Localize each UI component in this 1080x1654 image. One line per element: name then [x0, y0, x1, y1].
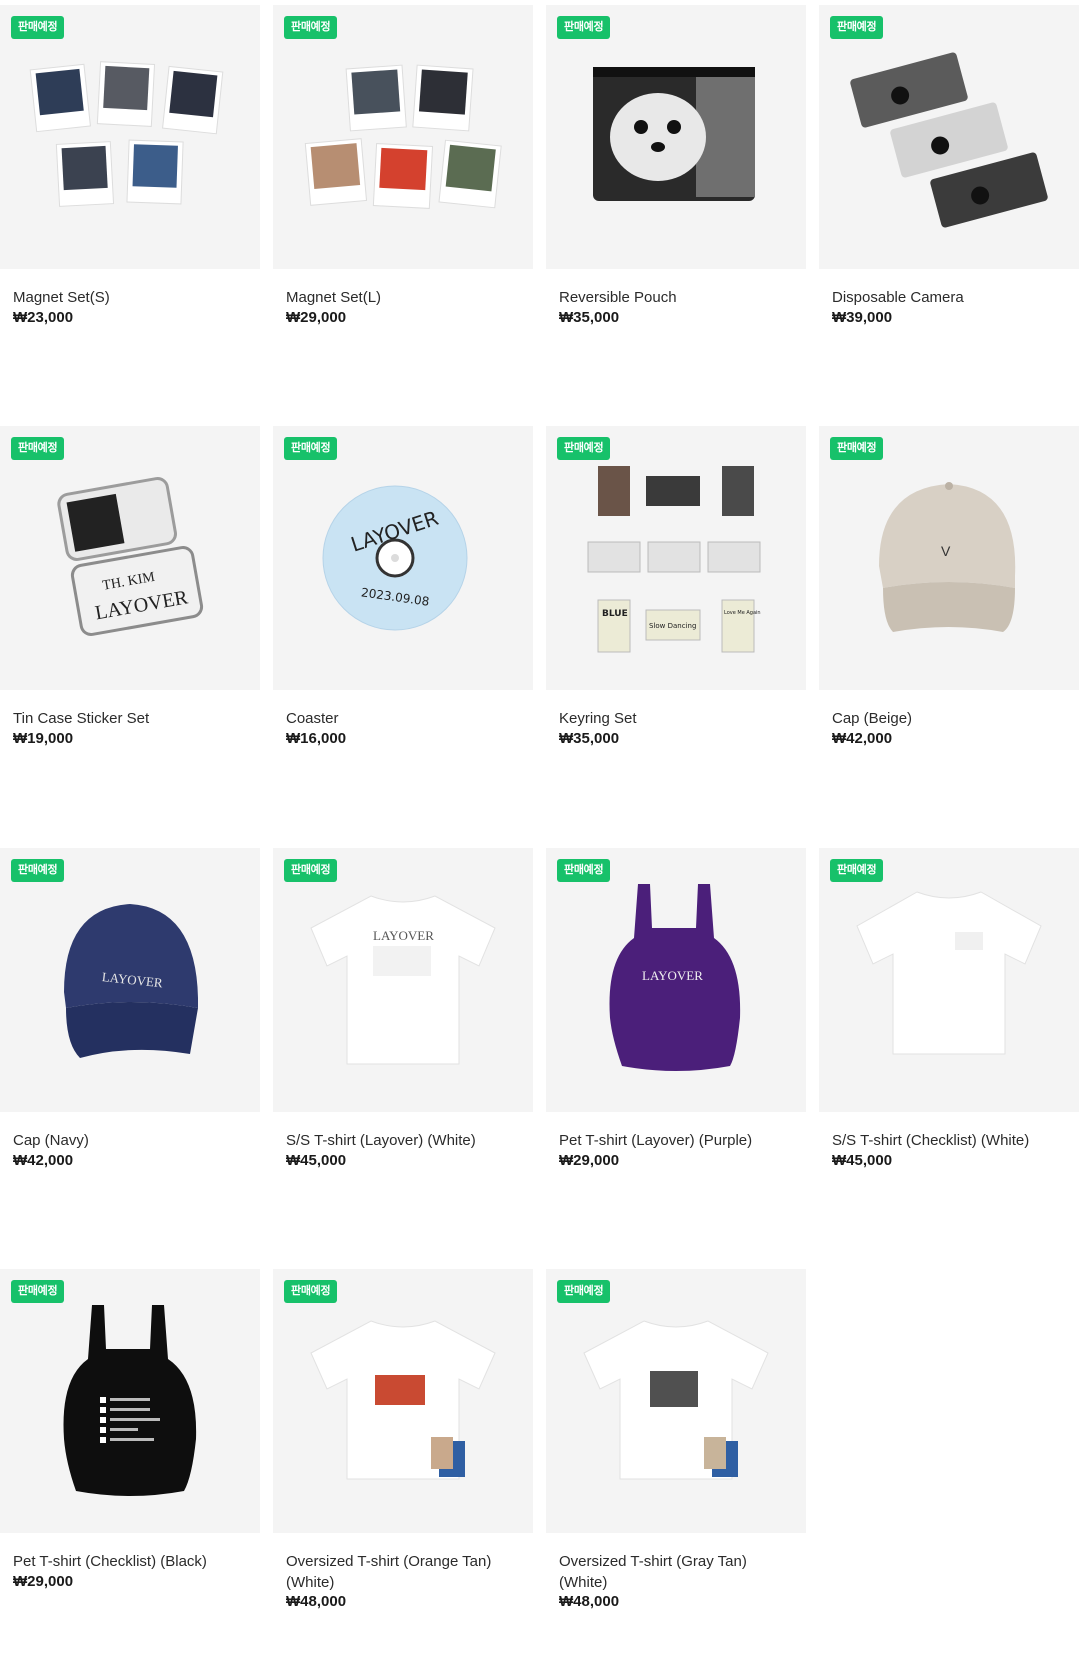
- product-card[interactable]: 판매예정 Oversized T-shirt (Gray Tan) (White…: [546, 1264, 806, 1654]
- product-price: ₩45,000: [832, 1152, 893, 1169]
- product-thumbnail[interactable]: TH. KIM LAYOVER 판매예정: [0, 426, 260, 690]
- status-badge: 판매예정: [284, 1280, 338, 1303]
- product-thumbnail[interactable]: 판매예정: [546, 5, 806, 269]
- product-thumbnail[interactable]: V 판매예정: [819, 426, 1079, 690]
- product-card[interactable]: 판매예정 Magnet Set(S) ₩23,000: [0, 0, 260, 390]
- product-name[interactable]: Magnet Set(L): [286, 287, 526, 308]
- product-thumbnail[interactable]: 판매예정: [273, 5, 533, 269]
- oversized-tshirt-gray-tan-image: [583, 1320, 769, 1480]
- product-card[interactable]: 판매예정 S/S T-shirt (Checklist) (White) ₩45…: [819, 843, 1079, 1233]
- product-name[interactable]: S/S T-shirt (Layover) (White): [286, 1130, 526, 1151]
- product-name[interactable]: Reversible Pouch: [559, 287, 799, 308]
- product-thumbnail[interactable]: LAYOVER 판매예정: [0, 848, 260, 1112]
- status-badge: 판매예정: [284, 16, 338, 39]
- keyring-slow-dancing-text: Slow Dancing: [649, 622, 696, 630]
- product-name[interactable]: S/S T-shirt (Checklist) (White): [832, 1130, 1072, 1151]
- status-badge: 판매예정: [284, 437, 338, 460]
- status-badge: 판매예정: [11, 1280, 65, 1303]
- product-name[interactable]: Cap (Navy): [13, 1130, 253, 1151]
- pet-tshirt-checklist-black-image: [63, 1305, 197, 1496]
- product-price: ₩48,000: [286, 1593, 347, 1610]
- product-thumbnail[interactable]: 판매예정: [273, 1269, 533, 1533]
- product-card[interactable]: 판매예정 Pet T-shirt (Checklist) (Black) ₩29…: [0, 1264, 260, 1654]
- status-badge: 판매예정: [284, 859, 338, 882]
- product-price: ₩45,000: [286, 1152, 347, 1169]
- product-price: ₩35,000: [559, 309, 620, 326]
- status-badge: 판매예정: [557, 1280, 611, 1303]
- product-price: ₩35,000: [559, 730, 620, 747]
- product-price: ₩29,000: [559, 1152, 620, 1169]
- keyring-love-text: Love Me Again: [724, 610, 761, 616]
- product-price: ₩23,000: [13, 309, 74, 326]
- product-card[interactable]: 판매예정 Magnet Set(L) ₩29,000: [273, 0, 533, 390]
- product-thumbnail[interactable]: 판매예정: [546, 1269, 806, 1533]
- status-badge: 판매예정: [557, 859, 611, 882]
- product-price: ₩29,000: [286, 309, 347, 326]
- product-card[interactable]: LAYOVER 판매예정 S/S T-shirt (Layover) (Whit…: [273, 843, 533, 1233]
- keyring-set-image: BLUE Slow Dancing Love Me Again: [587, 466, 761, 653]
- product-card[interactable]: 판매예정 Disposable Camera ₩39,000: [819, 0, 1079, 390]
- status-badge: 판매예정: [557, 437, 611, 460]
- oversized-tshirt-orange-tan-image: [310, 1320, 496, 1480]
- disposable-camera-image: [850, 52, 1048, 228]
- status-badge: 판매예정: [557, 16, 611, 39]
- product-thumbnail[interactable]: 판매예정: [819, 5, 1079, 269]
- coaster-image: LAYOVER 2023.09.08: [322, 485, 468, 631]
- product-name[interactable]: Pet T-shirt (Layover) (Purple): [559, 1130, 799, 1151]
- product-card[interactable]: LAYOVER 판매예정 Cap (Navy) ₩42,000: [0, 843, 260, 1233]
- product-card[interactable]: 판매예정 Reversible Pouch ₩35,000: [546, 0, 806, 390]
- product-card[interactable]: 판매예정 Oversized T-shirt (Orange Tan) (Whi…: [273, 1264, 533, 1654]
- product-price: ₩19,000: [13, 730, 74, 747]
- tshirt-layover-text: LAYOVER: [373, 928, 434, 943]
- product-name[interactable]: Keyring Set: [559, 708, 799, 729]
- status-badge: 판매예정: [830, 437, 884, 460]
- product-price: ₩16,000: [286, 730, 347, 747]
- cap-navy-image: LAYOVER: [64, 904, 198, 1058]
- product-name[interactable]: Oversized T-shirt (Gray Tan) (White): [559, 1551, 799, 1593]
- magnet-set-small-image: [29, 61, 224, 207]
- product-name[interactable]: Cap (Beige): [832, 708, 1072, 729]
- product-thumbnail[interactable]: 판매예정: [0, 5, 260, 269]
- status-badge: 판매예정: [830, 16, 884, 39]
- product-card[interactable]: V 판매예정 Cap (Beige) ₩42,000: [819, 421, 1079, 811]
- keyring-blue-text: BLUE: [602, 609, 628, 619]
- product-name[interactable]: Tin Case Sticker Set: [13, 708, 253, 729]
- cap-beige-image: V: [879, 482, 1016, 632]
- status-badge: 판매예정: [11, 16, 65, 39]
- product-thumbnail[interactable]: 판매예정: [0, 1269, 260, 1533]
- product-thumbnail[interactable]: LAYOVER 2023.09.08 판매예정: [273, 426, 533, 690]
- product-card[interactable]: BLUE Slow Dancing Love Me Again 판매예정 Key…: [546, 421, 806, 811]
- pet-tshirt-layover-text: LAYOVER: [642, 968, 703, 983]
- product-price: ₩48,000: [559, 1593, 620, 1610]
- tin-case-sticker-set-image: TH. KIM LAYOVER: [57, 477, 204, 636]
- status-badge: 판매예정: [11, 859, 65, 882]
- product-thumbnail[interactable]: LAYOVER 판매예정: [546, 848, 806, 1112]
- svg-text:V: V: [941, 543, 951, 559]
- product-name[interactable]: Pet T-shirt (Checklist) (Black): [13, 1551, 253, 1572]
- magnet-set-large-image: [304, 64, 502, 209]
- reversible-pouch-image: [593, 67, 755, 201]
- tshirt-layover-white-image: LAYOVER: [310, 895, 496, 1065]
- product-thumbnail[interactable]: BLUE Slow Dancing Love Me Again 판매예정: [546, 426, 806, 690]
- product-price: ₩42,000: [13, 1152, 74, 1169]
- product-card[interactable]: LAYOVER 판매예정 Pet T-shirt (Layover) (Purp…: [546, 843, 806, 1233]
- product-thumbnail[interactable]: 판매예정: [819, 848, 1079, 1112]
- pet-tshirt-layover-purple-image: LAYOVER: [609, 884, 741, 1071]
- tshirt-checklist-white-image: [856, 891, 1042, 1055]
- product-name[interactable]: Oversized T-shirt (Orange Tan) (White): [286, 1551, 526, 1593]
- product-price: ₩42,000: [832, 730, 893, 747]
- product-price: ₩39,000: [832, 309, 893, 326]
- product-thumbnail[interactable]: LAYOVER 판매예정: [273, 848, 533, 1112]
- status-badge: 판매예정: [11, 437, 65, 460]
- product-card[interactable]: TH. KIM LAYOVER 판매예정 Tin Case Sticker Se…: [0, 421, 260, 811]
- status-badge: 판매예정: [830, 859, 884, 882]
- product-name[interactable]: Coaster: [286, 708, 526, 729]
- product-name[interactable]: Disposable Camera: [832, 287, 1072, 308]
- product-price: ₩29,000: [13, 1573, 74, 1590]
- product-card[interactable]: LAYOVER 2023.09.08 판매예정 Coaster ₩16,000: [273, 421, 533, 811]
- product-name[interactable]: Magnet Set(S): [13, 287, 253, 308]
